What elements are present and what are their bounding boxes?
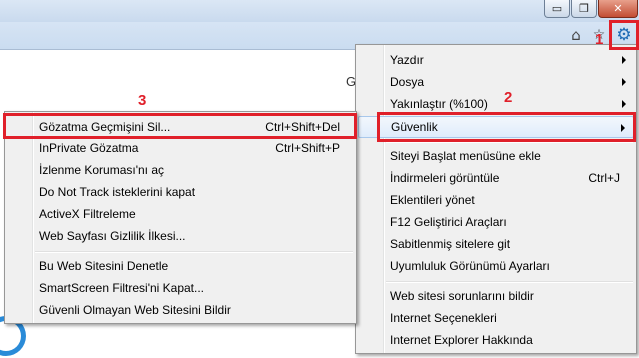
annotation-box-tools (609, 20, 639, 50)
close-button[interactable]: ✕ (598, 0, 638, 18)
menu-item-shortcut: Ctrl+Shift+P (275, 141, 340, 155)
menu-item-label: Güvenli Olmayan Web Sitesini Bildir (39, 303, 231, 317)
menu-item-label: Eklentileri yönet (390, 193, 475, 207)
restore-button[interactable]: ❐ (571, 0, 597, 18)
menu-item-check-website[interactable]: Bu Web Sitesini Denetle (7, 255, 354, 277)
menu-item-label: Web sitesi sorunlarını bildir (390, 289, 534, 303)
menu-item-do-not-track[interactable]: Do Not Track isteklerini kapat (7, 181, 354, 203)
menu-item-compat-view[interactable]: Uyumluluk Görünümü Ayarları (358, 255, 634, 277)
menu-item-shortcut: Ctrl+J (588, 171, 620, 185)
menu-item-label: Bu Web Sitesini Denetle (39, 259, 169, 273)
annotation-box-safety (377, 112, 636, 142)
menu-item-label: Siteyi Başlat menüsüne ekle (390, 149, 541, 163)
menu-separator (386, 281, 633, 283)
menu-item-label: Do Not Track isteklerini kapat (39, 185, 196, 199)
menu-separator (35, 251, 353, 253)
menu-item-internet-options[interactable]: Internet Seçenekleri (358, 307, 634, 329)
menu-item-label: Web Sayfası Gizlilik İlkesi... (39, 229, 186, 243)
menu-item-label: İndirmeleri görüntüle (390, 171, 500, 185)
menu-item-label: Yazdır (390, 53, 424, 67)
menu-item-report-unsafe[interactable]: Güvenli Olmayan Web Sitesini Bildir (7, 299, 354, 321)
menu-item-manage-addons[interactable]: Eklentileri yönet (358, 189, 634, 211)
annotation-box-delete-history (3, 113, 357, 139)
menu-item-label: Yakınlaştır (%100) (390, 97, 488, 111)
home-icon[interactable]: ⌂ (566, 24, 586, 46)
menu-item-label: InPrivate Gözatma (39, 141, 139, 155)
menu-item-label: ActiveX Filtreleme (39, 207, 136, 221)
annotation-step-3: 3 (138, 92, 147, 109)
submenu-arrow-icon (622, 100, 626, 108)
menu-item-dev-tools[interactable]: F12 Geliştirici Araçları (358, 211, 634, 233)
menu-item-label: İzlenme Koruması'nı aç (39, 163, 165, 177)
safety-submenu: Gözatma Geçmişini Sil... Ctrl+Shift+Del … (4, 111, 357, 324)
menu-item-view-downloads[interactable]: İndirmeleri görüntüle Ctrl+J (358, 167, 634, 189)
menu-item-label: F12 Geliştirici Araçları (390, 215, 507, 229)
tools-menu: Yazdır Dosya Yakınlaştır (%100) Güvenlik… (355, 44, 637, 354)
annotation-step-1: 1 (595, 31, 604, 48)
menu-item-label: SmartScreen Filtresi'ni Kapat... (39, 281, 205, 295)
menu-item-label: Internet Explorer Hakkında (390, 333, 533, 347)
menu-item-file[interactable]: Dosya (358, 71, 634, 93)
menu-item-smartscreen[interactable]: SmartScreen Filtresi'ni Kapat... (7, 277, 354, 299)
menu-item-about-ie[interactable]: Internet Explorer Hakkında (358, 329, 634, 351)
submenu-arrow-icon (622, 56, 626, 64)
menu-item-privacy-policy[interactable]: Web Sayfası Gizlilik İlkesi... (7, 225, 354, 247)
menu-item-label: Internet Seçenekleri (390, 311, 497, 325)
menu-item-label: Sabitlenmiş sitelere git (390, 237, 511, 251)
annotation-step-2: 2 (504, 89, 513, 106)
menu-item-pinned-sites[interactable]: Sabitlenmiş sitelere git (358, 233, 634, 255)
minimize-button[interactable]: ▭ (544, 0, 570, 18)
submenu-arrow-icon (622, 78, 626, 86)
menu-item-add-to-start[interactable]: Siteyi Başlat menüsüne ekle (358, 145, 634, 167)
menu-item-report-problems[interactable]: Web sitesi sorunlarını bildir (358, 285, 634, 307)
menu-item-print[interactable]: Yazdır (358, 49, 634, 71)
menu-item-tracking-protection[interactable]: İzlenme Koruması'nı aç (7, 159, 354, 181)
menu-item-inprivate[interactable]: InPrivate Gözatma Ctrl+Shift+P (7, 137, 354, 159)
menu-item-activex-filtering[interactable]: ActiveX Filtreleme (7, 203, 354, 225)
menu-item-label: Uyumluluk Görünümü Ayarları (390, 259, 550, 273)
menu-item-label: Dosya (390, 75, 425, 89)
